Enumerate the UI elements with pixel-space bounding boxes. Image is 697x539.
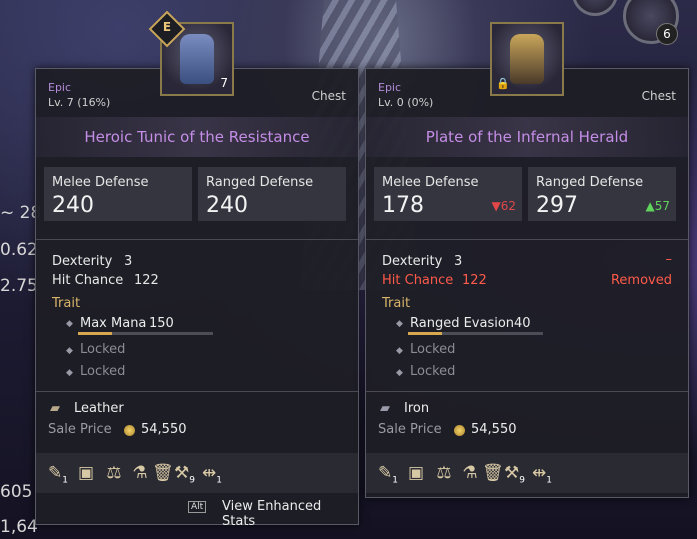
trait-progress-fill xyxy=(78,332,112,335)
ranged-defense-value: 240 xyxy=(206,193,248,218)
alt-key-hint: Alt xyxy=(188,501,207,513)
leather-icon: ▰ xyxy=(50,401,60,416)
trait-label: Trait xyxy=(382,296,411,311)
ranged-defense-label: Ranged Defense xyxy=(536,175,644,190)
divider xyxy=(366,391,688,392)
enhance-level-badge: 7 xyxy=(220,76,228,90)
locked-trait: Locked xyxy=(80,364,126,379)
storage-box-icon[interactable]: ▣ xyxy=(76,463,96,483)
trash-icon[interactable]: 🗑 xyxy=(482,463,504,483)
item-level: Lv. 0 (0%) xyxy=(378,96,434,109)
item-portrait: 🔒 xyxy=(490,22,564,96)
transfer-icon[interactable]: ⇹1 xyxy=(202,463,222,485)
extract-flask-icon[interactable]: ⚗ xyxy=(460,463,480,483)
trait-progress-bar xyxy=(408,332,543,335)
action-toolbar: ✎1 ▣ ⚖ ⚗ 🗑 ⚒9 ⇹1 xyxy=(36,453,358,493)
background-stat-2: 0.62 xyxy=(0,240,38,260)
anvil-icon[interactable]: ⚒9 xyxy=(174,463,195,485)
iron-icon: ▰ xyxy=(380,401,390,416)
melee-defense-value: 240 xyxy=(52,193,94,218)
item-name: Plate of the Infernal Herald xyxy=(366,117,688,157)
slot-label: Chest xyxy=(641,89,676,103)
trait-name: Ranged Evasion xyxy=(410,316,515,331)
divider xyxy=(366,239,688,240)
melee-defense-delta: ▼62 xyxy=(491,199,517,213)
diamond-icon: ◆ xyxy=(66,319,73,329)
melee-defense-label: Melee Defense xyxy=(52,175,149,190)
trait-label: Trait xyxy=(52,296,81,311)
melee-defense-box: Melee Defense 240 xyxy=(44,167,192,221)
slot-label: Chest xyxy=(311,89,346,103)
item-tooltip-compare: Epic Lv. 0 (0%) Chest Plate of the Infer… xyxy=(365,68,689,498)
locked-trait: Locked xyxy=(410,342,456,357)
trait-value: 150 xyxy=(149,316,174,331)
removed-label: Removed xyxy=(610,273,672,288)
ranged-defense-value: 297 xyxy=(536,193,578,218)
sale-price-label: Sale Price xyxy=(378,422,442,437)
stat-value-removed: 122 xyxy=(462,273,487,288)
disassemble-icon[interactable]: ✎1 xyxy=(48,463,68,485)
ranged-defense-delta: ▲57 xyxy=(645,199,671,213)
sale-price-value: 54,550 xyxy=(141,422,187,437)
action-toolbar: ✎1 ▣ ⚖ ⚗ 🗑 ⚒9 ⇹1 xyxy=(366,453,688,493)
background-stat-5: 1,64 xyxy=(0,517,38,537)
divider xyxy=(36,391,358,392)
stat-value: 3 xyxy=(124,254,133,269)
trash-icon[interactable]: 🗑 xyxy=(152,463,174,483)
stat-label: Dexterity xyxy=(382,254,443,269)
sale-price-label: Sale Price xyxy=(48,422,112,437)
view-enhanced-stats-link[interactable]: View Enhanced Stats xyxy=(222,499,358,529)
trade-scale-icon[interactable]: ⚖ xyxy=(434,463,454,483)
item-tooltip-equipped: Epic Lv. 7 (16%) Chest Heroic Tunic of t… xyxy=(35,68,359,529)
rarity-label: Epic xyxy=(378,81,402,94)
slot-count-badge: 6 xyxy=(656,23,678,45)
melee-defense-box: Melee Defense 178 ▼62 xyxy=(374,167,522,221)
stat-value: 3 xyxy=(454,254,463,269)
ranged-defense-label: Ranged Defense xyxy=(206,175,314,190)
extract-flask-icon[interactable]: ⚗ xyxy=(130,463,150,483)
trait-value: 40 xyxy=(514,316,531,331)
disassemble-icon[interactable]: ✎1 xyxy=(378,463,398,485)
item-portrait: 7 E xyxy=(148,10,234,96)
material-value: Iron xyxy=(404,401,430,416)
stat-label: Hit Chance xyxy=(52,273,124,288)
stat-value: 122 xyxy=(134,273,159,288)
ranged-defense-box: Ranged Defense 240 xyxy=(198,167,346,221)
diamond-icon: ◆ xyxy=(66,346,73,356)
tooltip-footer: Alt View Enhanced Stats xyxy=(36,495,358,529)
coin-icon xyxy=(454,425,465,436)
material-value: Leather xyxy=(74,401,124,416)
stat-label-removed: Hit Chance xyxy=(382,273,454,288)
diamond-icon: ◆ xyxy=(396,346,403,356)
melee-defense-value: 178 xyxy=(382,193,424,218)
anvil-icon[interactable]: ⚒9 xyxy=(504,463,525,485)
locked-trait: Locked xyxy=(80,342,126,357)
divider xyxy=(36,239,358,240)
sale-price-value: 54,550 xyxy=(471,422,517,437)
melee-defense-label: Melee Defense xyxy=(382,175,479,190)
ranged-defense-box: Ranged Defense 297 ▲57 xyxy=(528,167,676,221)
diamond-icon: ◆ xyxy=(396,368,403,378)
diamond-icon: ◆ xyxy=(396,319,403,329)
trait-progress-bar xyxy=(78,332,213,335)
item-level: Lv. 7 (16%) xyxy=(48,96,111,109)
tunic-icon xyxy=(180,34,214,84)
item-name: Heroic Tunic of the Resistance xyxy=(36,117,358,157)
lock-icon: 🔒 xyxy=(496,77,510,90)
trade-scale-icon[interactable]: ⚖ xyxy=(104,463,124,483)
storage-box-icon[interactable]: ▣ xyxy=(406,463,426,483)
background-stat-4: 605 xyxy=(0,482,33,502)
coin-icon xyxy=(124,425,135,436)
locked-trait: Locked xyxy=(410,364,456,379)
background-stat-3: 2.75 xyxy=(0,276,38,296)
rarity-label: Epic xyxy=(48,81,72,94)
stat-label: Dexterity xyxy=(52,254,113,269)
transfer-icon[interactable]: ⇹1 xyxy=(532,463,552,485)
diamond-icon: ◆ xyxy=(66,368,73,378)
stat-note: – xyxy=(665,252,673,267)
trait-name: Max Mana xyxy=(80,316,147,331)
plate-armor-icon xyxy=(510,34,544,84)
trait-progress-fill xyxy=(408,332,442,335)
